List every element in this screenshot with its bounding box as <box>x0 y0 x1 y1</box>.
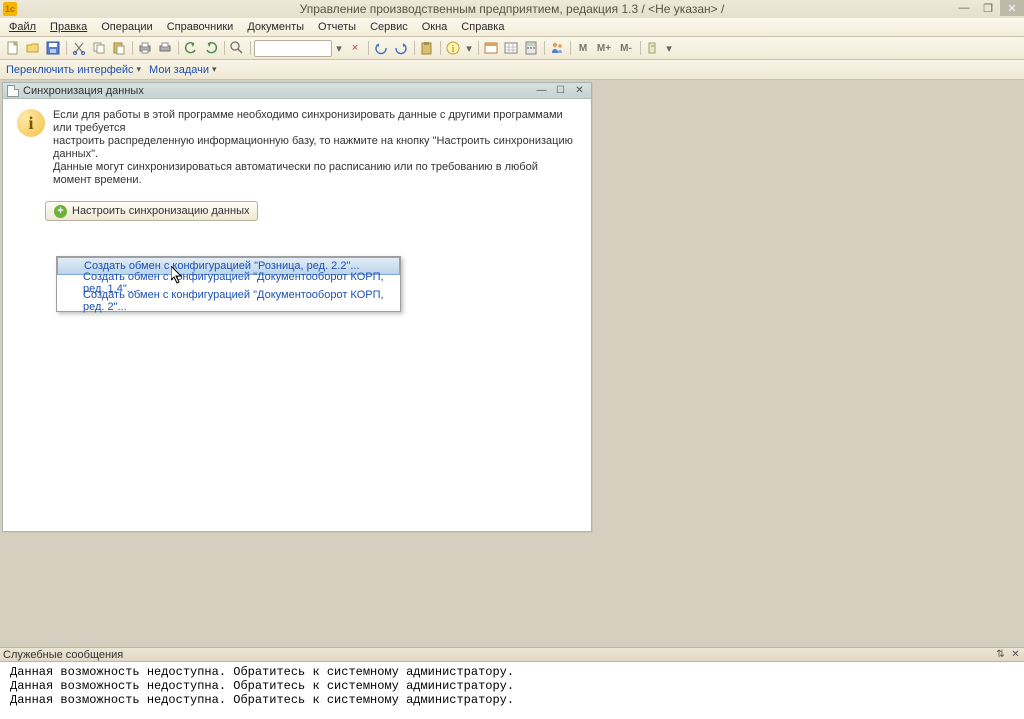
search-clear-button[interactable]: × <box>346 39 364 57</box>
plus-icon: + <box>54 205 67 218</box>
menu-edit[interactable]: Правка <box>43 19 94 35</box>
redo-button[interactable] <box>202 39 220 57</box>
print-button[interactable] <box>136 39 154 57</box>
copy-button[interactable] <box>90 39 108 57</box>
chevron-down-icon: ▾ <box>137 64 142 75</box>
menu-reports[interactable]: Отчеты <box>311 19 363 35</box>
info-icon: i <box>17 109 45 137</box>
chevron-down-icon: ▾ <box>212 64 217 75</box>
app-title-bar: 1c Управление производственным предприят… <box>0 0 1024 18</box>
cut-button[interactable] <box>70 39 88 57</box>
memory-m-button[interactable]: M <box>574 39 592 57</box>
nav-forward-button[interactable] <box>392 39 410 57</box>
document-icon <box>7 85 19 97</box>
undo-button[interactable] <box>182 39 200 57</box>
calendar-button[interactable] <box>482 39 500 57</box>
extra-dropdown-button[interactable]: ▾ <box>664 39 674 57</box>
main-toolbar: ▾ × i ▾ M M+ M- ▾ <box>0 37 1024 60</box>
new-button[interactable] <box>4 39 22 57</box>
svg-text:i: i <box>452 44 455 55</box>
inner-window-titlebar[interactable]: Синхронизация данных — ☐ ✕ <box>3 83 591 99</box>
print-preview-button[interactable] <box>156 39 174 57</box>
window-close-button[interactable]: ✕ <box>1000 0 1024 16</box>
inner-window-body: i Если для работы в этой программе необх… <box>3 99 591 197</box>
save-button[interactable] <box>44 39 62 57</box>
my-tasks-dropdown[interactable]: Мои задачи ▾ <box>149 64 216 76</box>
memory-mminus-button[interactable]: M- <box>616 39 636 57</box>
my-tasks-label: Мои задачи <box>149 64 209 76</box>
messages-panel: Служебные сообщения ⇅ ✕ Данная возможнос… <box>0 647 1024 719</box>
messages-body: Данная возможность недоступна. Обратитес… <box>0 662 1024 719</box>
configure-sync-button[interactable]: + Настроить синхронизацию данных <box>45 201 258 221</box>
switch-interface-label: Переключить интерфейс <box>6 64 134 76</box>
inner-window-title: Синхронизация данных <box>23 85 144 97</box>
menu-help[interactable]: Справка <box>454 19 511 35</box>
memory-mplus-button[interactable]: M+ <box>594 39 614 57</box>
messages-caption: Служебные сообщения ⇅ ✕ <box>0 647 1024 662</box>
messages-scroll-button[interactable]: ⇅ <box>995 649 1006 660</box>
configure-sync-label: Настроить синхронизацию данных <box>72 205 249 217</box>
menu-operations[interactable]: Операции <box>94 19 159 35</box>
grid-button[interactable] <box>502 39 520 57</box>
inner-maximize-button[interactable]: ☐ <box>553 84 568 97</box>
extra-button[interactable] <box>644 39 662 57</box>
paste-button[interactable] <box>110 39 128 57</box>
app-title: Управление производственным предприятием… <box>0 2 1024 16</box>
window-controls: — ❐ ✕ <box>952 0 1024 16</box>
about-dropdown-button[interactable]: ▾ <box>464 39 474 57</box>
menu-references[interactable]: Справочники <box>160 19 241 35</box>
users-button[interactable] <box>548 39 566 57</box>
find-button[interactable] <box>228 39 246 57</box>
window-maximize-button[interactable]: ❐ <box>976 0 1000 16</box>
inner-minimize-button[interactable]: — <box>534 84 549 97</box>
calculator-button[interactable] <box>522 39 540 57</box>
menu-item-do2[interactable]: Создать обмен с конфигурацией "Документо… <box>57 292 400 310</box>
open-button[interactable] <box>24 39 42 57</box>
menu-documents[interactable]: Документы <box>240 19 311 35</box>
nav-back-button[interactable] <box>372 39 390 57</box>
window-minimize-button[interactable]: — <box>952 0 976 16</box>
messages-title: Служебные сообщения <box>3 649 123 661</box>
menu-bar: Файл Правка Операции Справочники Докумен… <box>0 18 1024 37</box>
sub-toolbar: Переключить интерфейс ▾ Мои задачи ▾ <box>0 60 1024 80</box>
inner-window-info-text: Если для работы в этой программе необход… <box>53 109 577 187</box>
config-dropdown-menu: Создать обмен с конфигурацией "Розница, … <box>56 256 401 312</box>
inner-close-button[interactable]: ✕ <box>572 84 587 97</box>
menu-file[interactable]: Файл <box>2 19 43 35</box>
app-icon: 1c <box>3 2 17 16</box>
menu-windows[interactable]: Окна <box>415 19 455 35</box>
inner-window-sync: Синхронизация данных — ☐ ✕ i Если для ра… <box>2 82 592 532</box>
about-button[interactable]: i <box>444 39 462 57</box>
search-dropdown-button[interactable]: ▾ <box>334 39 344 57</box>
clipboard-button[interactable] <box>418 39 436 57</box>
menu-service[interactable]: Сервис <box>363 19 415 35</box>
workspace: Синхронизация данных — ☐ ✕ i Если для ра… <box>0 80 1024 719</box>
switch-interface-dropdown[interactable]: Переключить интерфейс ▾ <box>6 64 141 76</box>
search-box[interactable] <box>254 40 332 57</box>
messages-close-button[interactable]: ✕ <box>1010 649 1021 660</box>
